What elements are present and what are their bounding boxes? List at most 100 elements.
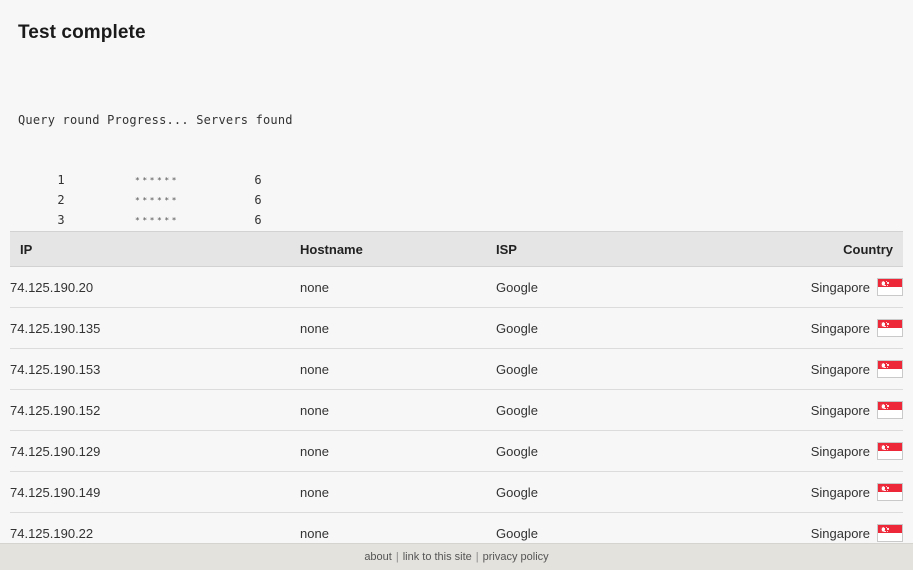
flag-star xyxy=(884,284,886,286)
column-header-ip[interactable]: IP xyxy=(10,231,300,267)
country-name: Singapore xyxy=(810,525,870,541)
progress-row: 1 ****** 6 xyxy=(18,170,306,190)
progress-dots: ****** xyxy=(135,216,179,225)
flag-white-band xyxy=(878,492,902,500)
cell-ip: 74.125.190.152 xyxy=(10,389,300,431)
flag-white-band xyxy=(878,369,902,377)
singapore-flag-icon xyxy=(877,524,903,542)
cell-isp: Google xyxy=(496,348,796,390)
flag-star xyxy=(887,323,889,325)
table-row[interactable]: 74.125.190.149 none Google Singapore xyxy=(10,471,903,513)
footer-link-link-to-this-site[interactable]: link to this site xyxy=(403,551,472,563)
country-name: Singapore xyxy=(810,402,870,418)
column-header-hostname[interactable]: Hostname xyxy=(300,231,496,267)
cell-hostname: none xyxy=(300,307,496,349)
footer-link-privacy-policy[interactable]: privacy policy xyxy=(483,551,549,563)
flag-star xyxy=(887,487,889,489)
flag-white-band xyxy=(878,451,902,459)
cell-isp: Google xyxy=(496,266,796,308)
flag-star xyxy=(887,282,889,284)
flag-star xyxy=(883,282,886,284)
flag-white-band xyxy=(878,533,902,541)
column-header-isp[interactable]: ISP xyxy=(496,231,796,267)
cell-hostname: none xyxy=(300,471,496,513)
cell-isp: Google xyxy=(496,471,796,513)
footer-link-about[interactable]: about xyxy=(364,551,392,563)
progress-servers-found: 6 xyxy=(254,173,262,187)
table-row[interactable]: 74.125.190.129 none Google Singapore xyxy=(10,430,903,472)
results-table-body: 74.125.190.20 none Google Singapore 74.125.1… xyxy=(10,266,903,554)
cell-hostname: none xyxy=(300,348,496,390)
table-row[interactable]: 74.125.190.135 none Google Singapore xyxy=(10,307,903,349)
singapore-flag-icon xyxy=(877,278,903,296)
country-name: Singapore xyxy=(810,320,870,336)
flag-star xyxy=(883,487,886,489)
country-wrapper: Singapore xyxy=(811,401,903,419)
flag-star xyxy=(883,364,886,366)
progress-dots: ****** xyxy=(135,176,179,185)
country-wrapper: Singapore xyxy=(811,319,903,337)
footer-separator: | xyxy=(475,551,479,563)
cell-country: Singapore xyxy=(796,430,903,472)
country-name: Singapore xyxy=(810,484,870,500)
flag-star xyxy=(883,405,886,407)
flag-star xyxy=(884,448,886,450)
country-name: Singapore xyxy=(810,279,870,295)
cell-ip: 74.125.190.149 xyxy=(10,471,300,513)
flag-star xyxy=(887,405,889,407)
flag-star xyxy=(887,364,889,366)
cell-ip: 74.125.190.129 xyxy=(10,430,300,472)
flag-star xyxy=(883,323,886,325)
flag-star xyxy=(884,489,886,491)
flag-star xyxy=(887,446,889,448)
progress-round-number: 3 xyxy=(57,213,65,227)
footer-links: about | link to this site | privacy policy xyxy=(364,550,548,564)
progress-round-number: 2 xyxy=(57,193,65,207)
country-name: Singapore xyxy=(810,443,870,459)
progress-servers-found: 6 xyxy=(254,193,262,207)
flag-star xyxy=(883,528,886,530)
table-row[interactable]: 74.125.190.153 none Google Singapore xyxy=(10,348,903,390)
progress-row: 3 ****** 6 xyxy=(18,210,306,230)
column-header-country[interactable]: Country xyxy=(796,231,903,267)
singapore-flag-icon xyxy=(877,360,903,378)
cell-country: Singapore xyxy=(796,471,903,513)
singapore-flag-icon xyxy=(877,401,903,419)
cell-isp: Google xyxy=(496,307,796,349)
results-header-row: IP Hostname ISP Country xyxy=(10,231,903,267)
country-wrapper: Singapore xyxy=(811,442,903,460)
country-wrapper: Singapore xyxy=(811,278,903,296)
cell-hostname: none xyxy=(300,389,496,431)
singapore-flag-icon xyxy=(877,442,903,460)
cell-isp: Google xyxy=(496,389,796,431)
table-row[interactable]: 74.125.190.20 none Google Singapore xyxy=(10,266,903,308)
flag-star xyxy=(884,530,886,532)
page-root: Test complete Query round Progress... Se… xyxy=(0,0,913,570)
singapore-flag-icon xyxy=(877,483,903,501)
cell-country: Singapore xyxy=(796,307,903,349)
cell-ip: 74.125.190.153 xyxy=(10,348,300,390)
results-table-head: IP Hostname ISP Country xyxy=(10,231,903,267)
flag-star xyxy=(883,446,886,448)
flag-star xyxy=(884,366,886,368)
page-title: Test complete xyxy=(18,22,146,43)
table-row[interactable]: 74.125.190.152 none Google Singapore xyxy=(10,389,903,431)
cell-ip: 74.125.190.135 xyxy=(10,307,300,349)
cell-hostname: none xyxy=(300,430,496,472)
cell-country: Singapore xyxy=(796,266,903,308)
country-wrapper: Singapore xyxy=(811,524,903,542)
singapore-flag-icon xyxy=(877,319,903,337)
footer-separator: | xyxy=(395,551,399,563)
country-name: Singapore xyxy=(810,361,870,377)
country-wrapper: Singapore xyxy=(811,483,903,501)
page-footer: about | link to this site | privacy policy xyxy=(0,543,913,570)
results-table: IP Hostname ISP Country 74.125.190.20 non… xyxy=(10,231,903,554)
flag-star xyxy=(884,407,886,409)
cell-ip: 74.125.190.20 xyxy=(10,266,300,308)
cell-country: Singapore xyxy=(796,389,903,431)
flag-star xyxy=(887,528,889,530)
progress-round-number: 1 xyxy=(57,173,65,187)
cell-hostname: none xyxy=(300,266,496,308)
cell-isp: Google xyxy=(496,430,796,472)
progress-row: 2 ****** 6 xyxy=(18,190,306,210)
